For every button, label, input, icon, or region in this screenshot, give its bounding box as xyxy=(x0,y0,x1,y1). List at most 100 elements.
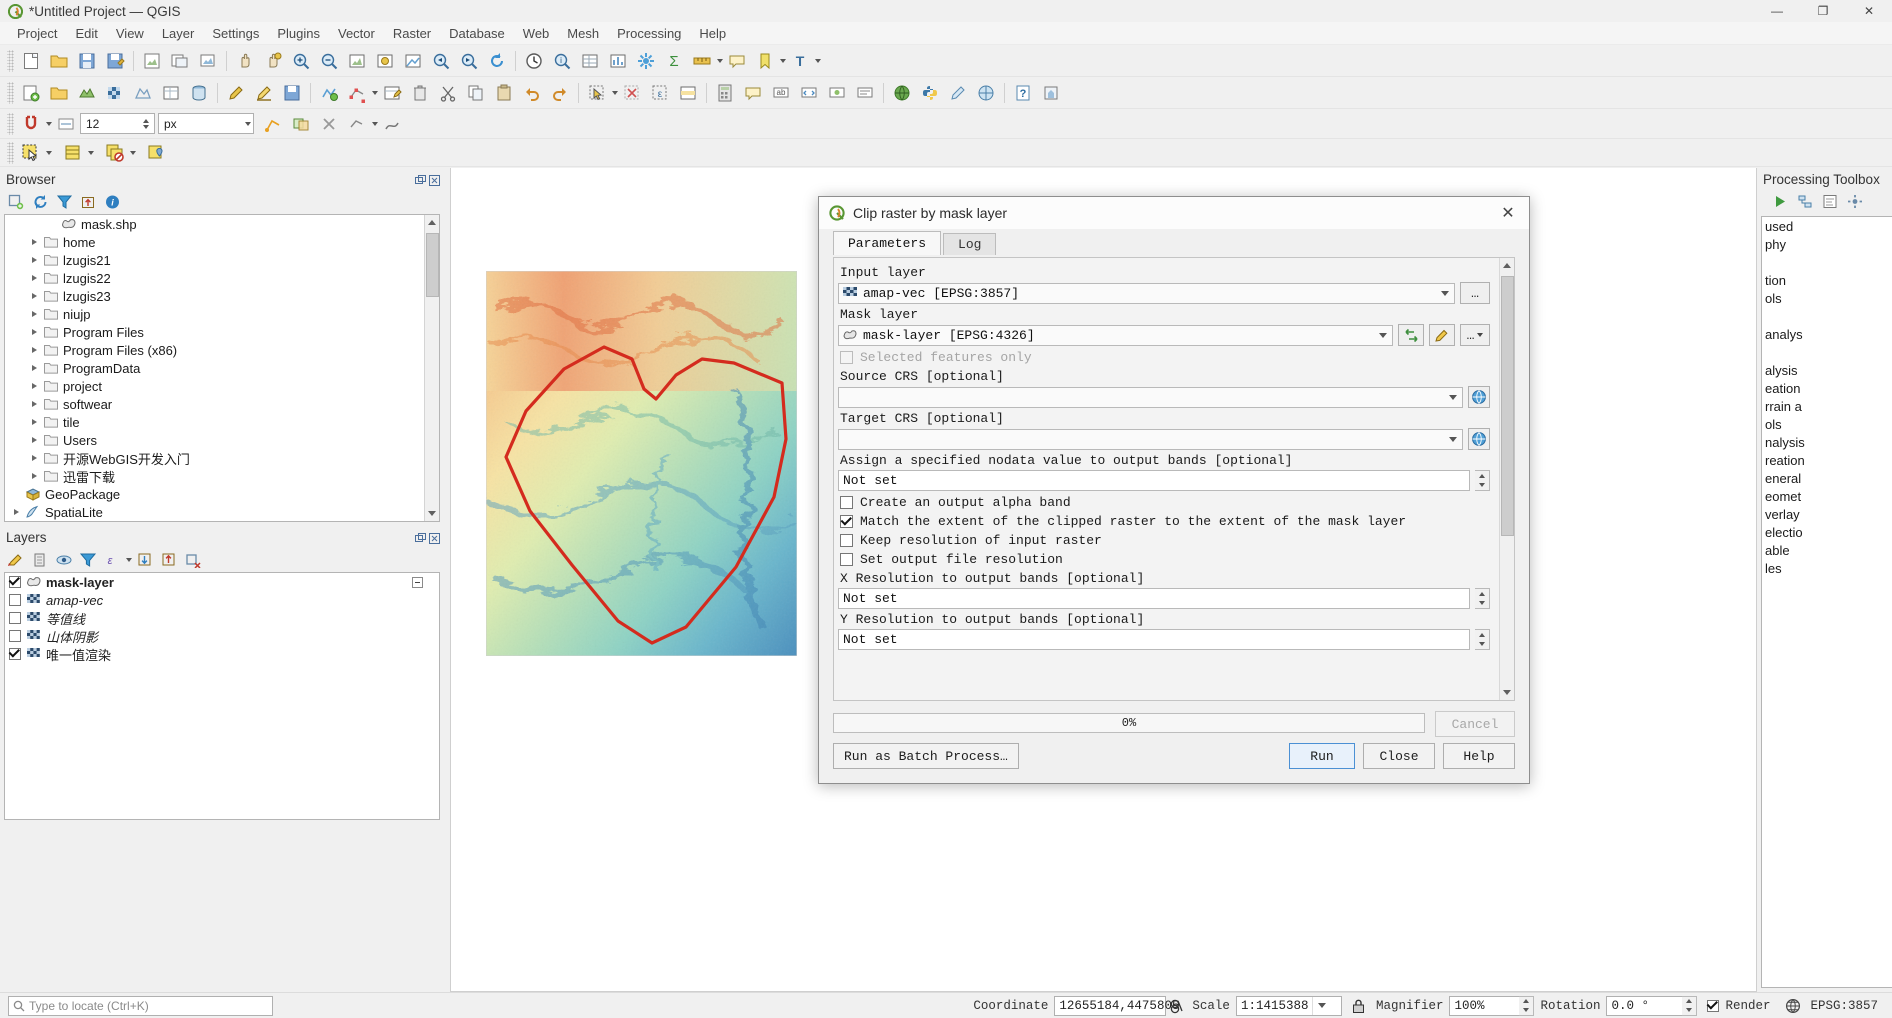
text-annotation-icon[interactable]: T xyxy=(787,48,813,74)
browser-close-button[interactable] xyxy=(429,174,440,185)
browser-tree-item[interactable]: mask.shp xyxy=(5,215,424,233)
layer-visibility-checkbox[interactable] xyxy=(9,576,21,588)
pan-to-selection-icon[interactable] xyxy=(260,48,286,74)
open-project-icon[interactable] xyxy=(46,48,72,74)
browser-tree-item[interactable]: 开源WebGIS开发入门 xyxy=(5,449,424,467)
processing-toolbox-item[interactable]: les xyxy=(1762,559,1892,577)
expand-arrow-icon[interactable] xyxy=(27,451,41,465)
vertex-tool-caret[interactable] xyxy=(372,91,378,95)
menu-help[interactable]: Help xyxy=(690,24,735,43)
browser-scroll-up[interactable] xyxy=(425,215,439,230)
redo-icon[interactable] xyxy=(547,80,573,106)
browser-tree-item[interactable]: Program Files xyxy=(5,323,424,341)
save-layer-edits-icon[interactable] xyxy=(279,80,305,106)
select-by-expression-icon[interactable]: ε xyxy=(647,80,673,106)
processing-toolbox-item[interactable]: eneral xyxy=(1762,469,1892,487)
nodata-stepper[interactable] xyxy=(1475,470,1490,491)
new-vector-layer-icon[interactable] xyxy=(18,80,44,106)
set-output-file-resolution-row[interactable]: Set output file resolution xyxy=(840,552,1490,567)
save-project-icon[interactable] xyxy=(74,48,100,74)
processing-toolbox-item[interactable] xyxy=(1762,307,1892,325)
toggle-editing-icon[interactable] xyxy=(223,80,249,106)
selected-features-only-checkbox[interactable] xyxy=(840,351,853,364)
select-dropdown-caret[interactable] xyxy=(612,91,618,95)
layers-float-button[interactable] xyxy=(415,532,426,543)
run-button[interactable]: Run xyxy=(1289,743,1355,769)
menu-raster[interactable]: Raster xyxy=(384,24,440,43)
expand-arrow-icon[interactable] xyxy=(27,433,41,447)
lock-scale-icon[interactable] xyxy=(1348,995,1370,1016)
data-defined-override-button[interactable] xyxy=(1429,324,1455,346)
zoom-out-icon[interactable] xyxy=(316,48,342,74)
menu-mesh[interactable]: Mesh xyxy=(558,24,608,43)
snapping-caret[interactable] xyxy=(46,122,52,126)
identify-features-icon[interactable]: i xyxy=(549,48,575,74)
snap-geometry-icon[interactable] xyxy=(344,111,370,137)
dialog-scrollbar[interactable] xyxy=(1499,258,1514,700)
source-crs-select-button[interactable] xyxy=(1468,386,1490,408)
render-checkbox[interactable] xyxy=(1707,1000,1719,1012)
processing-toolbox-item[interactable]: nalysis xyxy=(1762,433,1892,451)
expand-all-icon[interactable] xyxy=(134,550,156,571)
toolbar-grip[interactable] xyxy=(7,82,14,104)
layer-list-item[interactable]: 唯一值渲染 xyxy=(5,645,439,663)
manage-visibility-icon[interactable] xyxy=(53,550,75,571)
menu-processing[interactable]: Processing xyxy=(608,24,690,43)
scale-caret[interactable] xyxy=(1312,997,1330,1015)
mask-layer-browse-button[interactable]: … xyxy=(1460,324,1490,346)
run-model-icon[interactable] xyxy=(1769,191,1791,212)
toolbar-grip[interactable] xyxy=(7,50,14,72)
collapse-all-layers-icon[interactable] xyxy=(158,550,180,571)
processing-toolbox-item[interactable]: used xyxy=(1762,217,1892,235)
browser-tree-item[interactable]: ProgramData xyxy=(5,359,424,377)
attribute-table-icon[interactable] xyxy=(577,48,603,74)
menu-settings[interactable]: Settings xyxy=(203,24,268,43)
select-rect-caret[interactable] xyxy=(46,151,52,155)
open-data-source-icon[interactable] xyxy=(46,80,72,106)
current-edits-icon[interactable] xyxy=(251,80,277,106)
processing-toolbox-item[interactable] xyxy=(1762,253,1892,271)
paste-features-icon[interactable] xyxy=(491,80,517,106)
delete-selected-icon[interactable] xyxy=(407,80,433,106)
tab-log[interactable]: Log xyxy=(943,233,996,255)
disable-snapping-icon[interactable] xyxy=(316,111,342,137)
layers-close-button[interactable] xyxy=(429,532,440,543)
create-alpha-band-checkbox[interactable] xyxy=(840,496,853,509)
add-feature-icon[interactable] xyxy=(316,80,342,106)
expand-arrow-icon[interactable] xyxy=(27,379,41,393)
browser-float-button[interactable] xyxy=(415,174,426,185)
select-value-icon[interactable] xyxy=(675,80,701,106)
magnifier-stepper[interactable] xyxy=(1519,996,1534,1016)
layer-visibility-checkbox[interactable] xyxy=(9,594,21,606)
show-map-tips-icon[interactable] xyxy=(740,80,766,106)
source-crs-caret[interactable] xyxy=(1444,395,1462,400)
processing-options-icon[interactable] xyxy=(1844,191,1866,212)
new-project-icon[interactable] xyxy=(18,48,44,74)
processing-toolbox-item[interactable]: analys xyxy=(1762,325,1892,343)
browser-tree-item[interactable]: SpatiaLite xyxy=(5,503,424,521)
run-as-batch-process-button[interactable]: Run as Batch Process… xyxy=(833,743,1019,769)
close-button[interactable]: ✕ xyxy=(1846,0,1892,22)
add-mesh-layer-icon[interactable] xyxy=(130,80,156,106)
open-layer-styling-icon[interactable] xyxy=(5,550,27,571)
refresh-icon[interactable] xyxy=(29,192,51,213)
deselect-caret[interactable] xyxy=(130,151,136,155)
browser-tree-item[interactable]: lzugis22 xyxy=(5,269,424,287)
browser-tree-item[interactable]: softwear xyxy=(5,395,424,413)
mask-layer-select[interactable]: mask-layer [EPSG:4326] xyxy=(838,325,1393,346)
nodata-input[interactable]: Not set xyxy=(838,470,1470,491)
save-project-as-icon[interactable] xyxy=(102,48,128,74)
rotation-value[interactable]: 0.0 ° xyxy=(1606,996,1682,1016)
browser-tree-item[interactable]: project xyxy=(5,377,424,395)
rotation-stepper[interactable] xyxy=(1682,996,1697,1016)
measure-icon[interactable] xyxy=(689,48,715,74)
add-vector-layer-icon[interactable] xyxy=(74,80,100,106)
dialog-close-button[interactable]: ✕ xyxy=(1487,197,1529,229)
layer-visibility-checkbox[interactable] xyxy=(9,630,21,642)
mask-layer-caret[interactable] xyxy=(1374,333,1392,338)
processing-toolbox-item[interactable]: eation xyxy=(1762,379,1892,397)
deselect-all-icon[interactable] xyxy=(619,80,645,106)
pan-map-icon[interactable] xyxy=(232,48,258,74)
processing-toolbox-item[interactable]: alysis xyxy=(1762,361,1892,379)
snapping-units-caret[interactable] xyxy=(245,122,251,126)
